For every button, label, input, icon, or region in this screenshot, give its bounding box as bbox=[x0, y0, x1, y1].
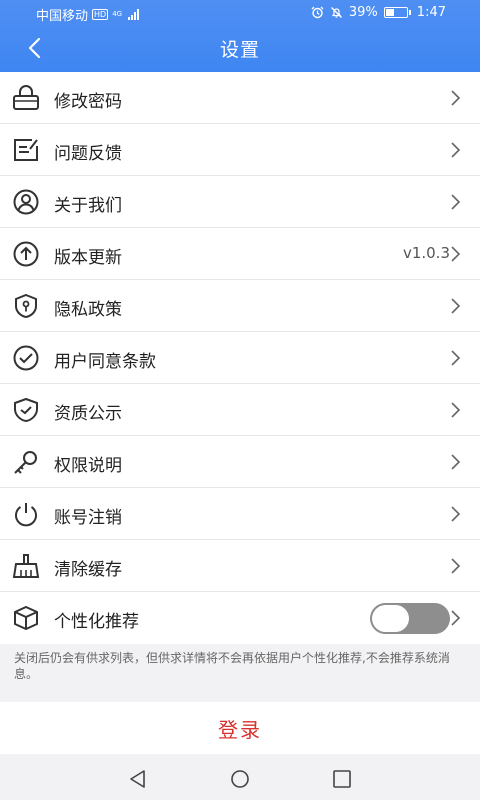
broom-icon bbox=[12, 554, 40, 578]
cube-icon bbox=[14, 605, 38, 631]
chevron-right-icon bbox=[451, 350, 461, 366]
lock-icon bbox=[13, 85, 39, 110]
chevron-right-icon bbox=[451, 298, 461, 314]
carrier-name: 中国移动 bbox=[36, 9, 89, 24]
setting-label: 修改密码 bbox=[54, 92, 122, 112]
setting-qualification[interactable]: 资质公示 bbox=[0, 384, 480, 436]
check-circle-icon bbox=[13, 345, 39, 371]
setting-account-deletion[interactable]: 账号注销 bbox=[0, 488, 480, 540]
chevron-right-icon bbox=[451, 610, 461, 626]
privacy-shield-icon bbox=[15, 293, 37, 319]
page-title: 设置 bbox=[219, 39, 260, 61]
battery-percent: 39% bbox=[348, 5, 378, 20]
setting-label: 用户同意条款 bbox=[54, 352, 156, 372]
chevron-right-icon bbox=[451, 90, 461, 106]
chevron-right-icon bbox=[451, 402, 461, 418]
setting-permissions[interactable]: 权限说明 bbox=[0, 436, 480, 488]
setting-label: 版本更新 bbox=[54, 248, 122, 268]
system-nav-bar bbox=[0, 756, 480, 800]
chevron-right-icon bbox=[451, 558, 461, 574]
alarm-icon bbox=[311, 6, 324, 19]
login-button[interactable]: 登录 bbox=[0, 714, 480, 743]
chevron-right-icon bbox=[451, 246, 461, 262]
setting-version-update[interactable]: 版本更新 v1.0.3 bbox=[0, 228, 480, 280]
mute-bell-icon bbox=[330, 7, 342, 18]
clock-time: 1:47 bbox=[416, 5, 446, 20]
battery-icon bbox=[383, 7, 411, 18]
setting-label: 关于我们 bbox=[54, 196, 122, 216]
personalization-notice: 关闭后仍会有供求列表，但供求详情将不会再依据用户个性化推荐,不会推荐系统消息。 bbox=[0, 644, 480, 688]
setting-user-agreement[interactable]: 用户同意条款 bbox=[0, 332, 480, 384]
network-type: 4G bbox=[112, 10, 123, 18]
chevron-right-icon bbox=[451, 454, 461, 470]
setting-personalized-recommendation: 个性化推荐 bbox=[0, 592, 480, 644]
power-icon bbox=[15, 503, 37, 527]
setting-feedback[interactable]: 问题反馈 bbox=[0, 124, 480, 176]
setting-change-password[interactable]: 修改密码 bbox=[0, 72, 480, 124]
nav-recents-icon[interactable] bbox=[332, 769, 352, 789]
setting-clear-cache[interactable]: 清除缓存 bbox=[0, 540, 480, 592]
setting-label: 隐私政策 bbox=[54, 300, 122, 320]
signal-icon bbox=[128, 9, 140, 20]
setting-label: 账号注销 bbox=[54, 508, 122, 528]
chevron-right-icon bbox=[451, 194, 461, 210]
setting-label: 权限说明 bbox=[54, 456, 122, 476]
chevron-right-icon bbox=[451, 506, 461, 522]
setting-privacy-policy[interactable]: 隐私政策 bbox=[0, 280, 480, 332]
version-value: v1.0.3 bbox=[402, 244, 450, 262]
setting-label: 个性化推荐 bbox=[54, 612, 139, 632]
hd-badge: HD bbox=[92, 9, 109, 20]
toggle-knob bbox=[372, 605, 409, 632]
setting-about-us[interactable]: 关于我们 bbox=[0, 176, 480, 228]
upload-arrow-icon bbox=[13, 241, 39, 267]
login-area: 登录 bbox=[0, 702, 480, 754]
user-circle-icon bbox=[13, 189, 39, 215]
setting-label: 问题反馈 bbox=[54, 144, 122, 164]
status-bar: 中国移动 HD 4G 39% 1:47 bbox=[0, 0, 480, 26]
setting-label: 清除缓存 bbox=[54, 560, 122, 580]
key-icon bbox=[14, 451, 37, 474]
app-header: 中国移动 HD 4G 39% 1:47 设置 bbox=[0, 0, 480, 72]
settings-list: 修改密码 问题反馈 关于我们 版本更新 v1.0.3 隐私政策 用户同意条款 资… bbox=[0, 72, 480, 644]
check-shield-icon bbox=[14, 397, 38, 423]
feedback-icon bbox=[14, 139, 38, 161]
nav-home-icon[interactable] bbox=[230, 769, 250, 789]
nav-back-icon[interactable] bbox=[128, 769, 148, 789]
chevron-right-icon bbox=[451, 142, 461, 158]
setting-label: 资质公示 bbox=[54, 404, 122, 424]
personalization-toggle[interactable] bbox=[370, 603, 450, 634]
